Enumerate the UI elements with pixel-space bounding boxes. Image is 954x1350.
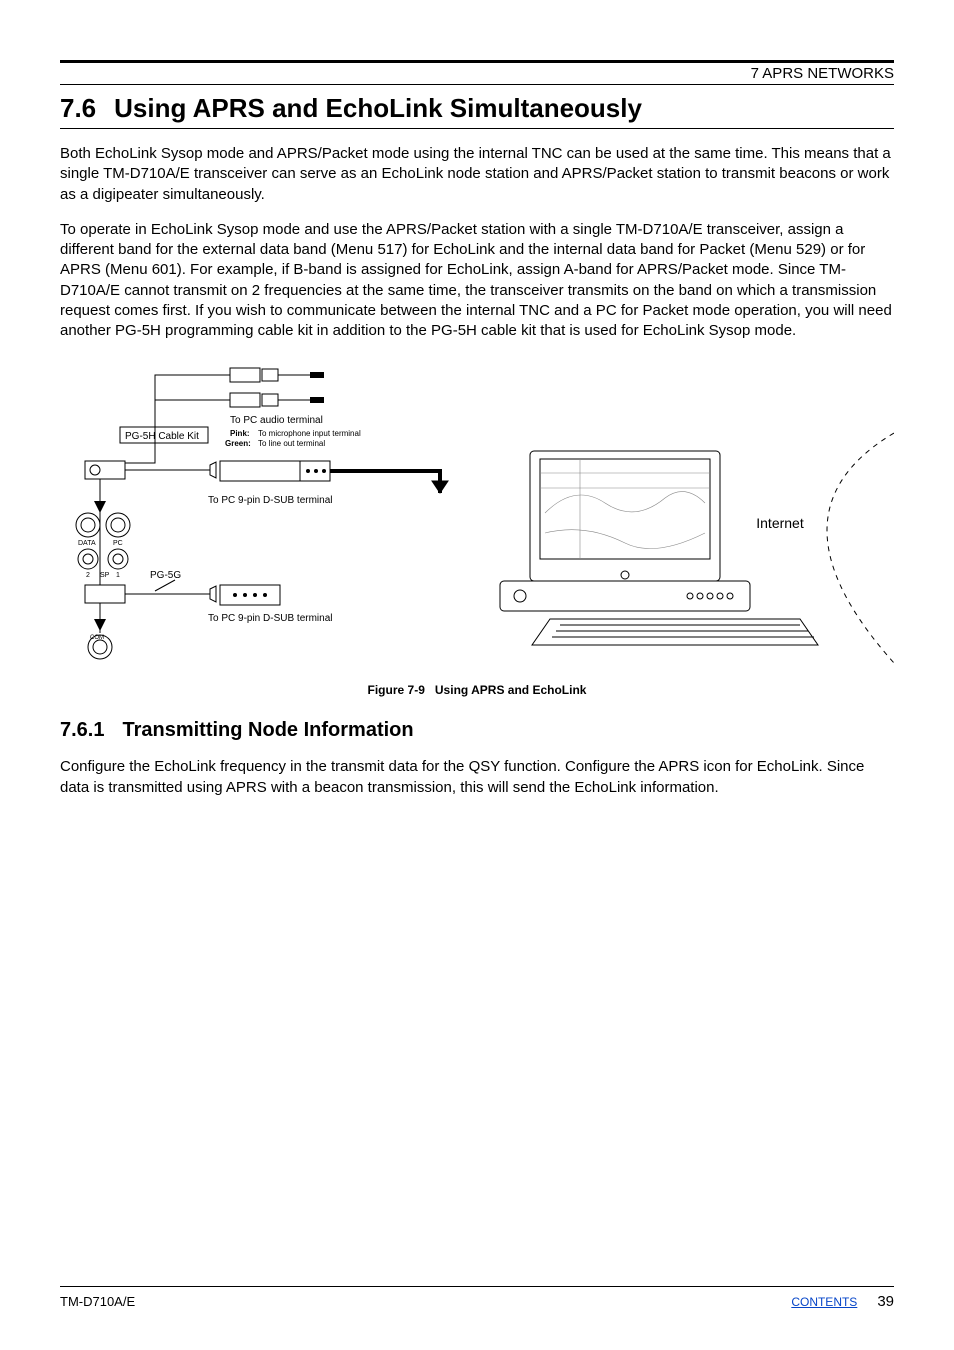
arrow-down-com: [94, 619, 106, 631]
figure-caption: Figure 7-9 Using APRS and EchoLink: [60, 683, 894, 697]
section-number: 7.6: [60, 93, 96, 124]
data-pc-sockets: DATA PC: [76, 513, 130, 547]
bottom-plug-row: [85, 585, 280, 605]
top-plug-row: [85, 461, 330, 481]
com-socket: COM: [88, 635, 112, 659]
chapter-text: 7 APRS NETWORKS: [751, 65, 894, 82]
pc-keyboard: [532, 619, 818, 645]
internet-cloud: [827, 433, 894, 663]
subsection-title: 7.6.1 Transmitting Node Information: [60, 719, 894, 742]
figure-7-9: To PC audio terminal PG-5H Cable Kit Pin…: [60, 363, 894, 697]
svg-text:Green:: Green:: [225, 439, 251, 448]
subsection-number: 7.6.1: [60, 719, 104, 742]
small-connector-top: [230, 368, 324, 382]
svg-text:Pink:: Pink:: [230, 429, 250, 438]
arrow-top-to-pc: [330, 471, 448, 493]
svg-text:To microphone input terminal: To microphone input terminal: [258, 429, 361, 438]
pink-green-legend: Pink: To microphone input terminal Green…: [225, 429, 361, 448]
page-number: 39: [877, 1293, 894, 1310]
page: 7 APRS NETWORKS 7.6 Using APRS and EchoL…: [0, 0, 954, 1350]
section-title: 7.6 Using APRS and EchoLink Simultaneous…: [60, 93, 894, 124]
section-title-rule: 7.6 Using APRS and EchoLink Simultaneous…: [60, 93, 894, 129]
svg-text:DATA: DATA: [78, 540, 96, 547]
chapter-header: 7 APRS NETWORKS: [60, 60, 894, 85]
footer: TM-D710A/E CONTENTS 39: [60, 1286, 894, 1310]
paragraph-1: Both EchoLink Sysop mode and APRS/Packet…: [60, 144, 894, 205]
small-connector-second: [230, 393, 324, 407]
label-pc-audio: To PC audio terminal: [230, 415, 323, 426]
section-title-text: Using APRS and EchoLink Simultaneously: [114, 93, 642, 124]
footer-model: TM-D710A/E: [60, 1294, 135, 1309]
label-dsub-bottom: To PC 9-pin D-SUB terminal: [208, 613, 332, 624]
pg5g-leader: [155, 580, 175, 591]
pg5g-label: PG-5G: [150, 570, 181, 581]
cable-kit-label: PG-5H Cable Kit: [125, 431, 199, 442]
pc-monitor: [500, 451, 750, 611]
figure-svg: To PC audio terminal PG-5H Cable Kit Pin…: [60, 363, 894, 673]
svg-text:To line out terminal: To line out terminal: [258, 439, 325, 448]
svg-text:1: 1: [116, 572, 120, 579]
figure-caption-number: Figure 7-9: [368, 683, 425, 697]
sp-jacks: 2 SP 1: [78, 549, 128, 579]
svg-text:SP: SP: [100, 572, 110, 579]
label-dsub-top: To PC 9-pin D-SUB terminal: [208, 495, 332, 506]
svg-text:COM: COM: [90, 635, 104, 641]
arrow-down-1: [94, 501, 106, 513]
figure-caption-title: Using APRS and EchoLink: [435, 683, 587, 697]
internet-label: Internet: [756, 515, 804, 531]
subsection-paragraph: Configure the EchoLink frequency in the …: [60, 757, 894, 798]
svg-text:2: 2: [86, 572, 90, 579]
subsection-title-text: Transmitting Node Information: [122, 719, 413, 742]
svg-text:PC: PC: [113, 540, 123, 547]
paragraph-2: To operate in EchoLink Sysop mode and us…: [60, 220, 894, 342]
contents-link[interactable]: CONTENTS: [791, 1295, 857, 1309]
